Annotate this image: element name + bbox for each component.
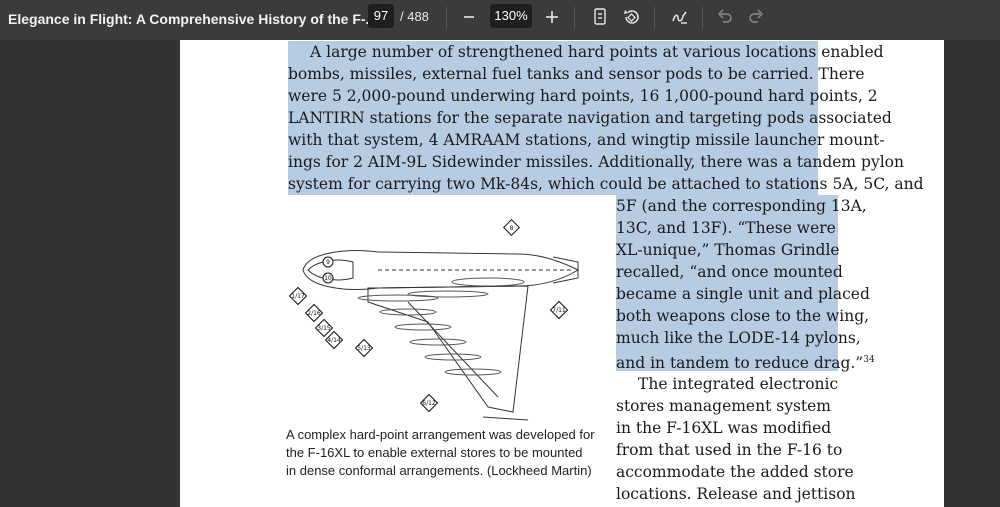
column-line-with-footnote: and in tandem to reduce drag.”34 bbox=[616, 349, 875, 372]
figure-caption-line: in dense conformal arrangements. (Lockhe… bbox=[286, 463, 592, 478]
figure-caption-line: the F-16XL to enable external stores to … bbox=[286, 445, 583, 460]
column-line: became a single unit and placed bbox=[616, 283, 870, 305]
body-line: were 5 2,000-pound underwing hard points… bbox=[288, 85, 878, 107]
pdf-page: A large number of strengthened hard poin… bbox=[180, 40, 944, 507]
column-line: 5F (and the corresponding 13A, bbox=[616, 195, 867, 217]
station-label: 3/15 bbox=[317, 325, 331, 332]
total-pages: / 488 bbox=[400, 9, 429, 24]
station-label: 6/12 bbox=[422, 400, 436, 407]
body-line: bombs, missiles, external fuel tanks and… bbox=[288, 63, 865, 85]
body-line: with that system, 4 AMRAAM stations, and… bbox=[288, 129, 885, 151]
column-line: stores management system bbox=[616, 397, 832, 415]
zoom-level-input[interactable]: 130% bbox=[490, 4, 532, 28]
station-label: 5/13 bbox=[357, 345, 371, 352]
toolbar-divider bbox=[654, 7, 655, 29]
undo-icon[interactable] bbox=[714, 6, 736, 28]
column-line: accommodate the added store bbox=[616, 463, 854, 481]
station-label: 4/14 bbox=[327, 337, 341, 344]
station-marker: 10 bbox=[322, 272, 334, 284]
column-line: much like the LODE-14 pylons, bbox=[616, 327, 861, 349]
document-title: Elegance in Flight: A Comprehensive Hist… bbox=[8, 11, 378, 27]
redo-icon[interactable] bbox=[745, 6, 767, 28]
station-marker: 1/17 bbox=[288, 286, 308, 306]
page-view-icon[interactable] bbox=[589, 6, 611, 28]
station-marker: 9 bbox=[322, 256, 334, 268]
body-line: A large number of strengthened hard poin… bbox=[288, 41, 884, 63]
column-line: recalled, “and once mounted bbox=[616, 261, 843, 283]
figure-caption-line: A complex hard-point arrangement was dev… bbox=[286, 427, 595, 442]
station-marker: 7/11 bbox=[549, 300, 569, 320]
rotate-icon[interactable] bbox=[620, 6, 642, 28]
pdf-toolbar: Elegance in Flight: A Comprehensive Hist… bbox=[0, 0, 1000, 40]
station-label: 8 bbox=[510, 225, 514, 232]
column-line: from that used in the F-16 to bbox=[616, 441, 843, 459]
column-line: in the F-16XL was modified bbox=[616, 419, 832, 437]
station-label: 9 bbox=[326, 259, 330, 266]
toolbar-divider bbox=[446, 7, 447, 29]
minus-icon[interactable] bbox=[458, 6, 480, 28]
draw-icon[interactable] bbox=[669, 6, 691, 28]
hardpoint-diagram: 8 1/17 2/16 3/15 4/14 5/13 6/12 7/11 9 1… bbox=[288, 219, 580, 421]
column-line: 13C, and 13F). “These were bbox=[616, 217, 838, 239]
station-marker: 5/13 bbox=[354, 338, 374, 358]
column-line-text: and in tandem to reduce drag.” bbox=[616, 354, 864, 373]
footnote-marker: 34 bbox=[863, 355, 875, 365]
station-marker: 6/12 bbox=[419, 393, 439, 413]
station-marker: 8 bbox=[503, 219, 520, 236]
station-label: 10 bbox=[324, 275, 332, 282]
toolbar-divider bbox=[702, 7, 703, 29]
body-line: system for carrying two Mk-84s, which co… bbox=[288, 173, 924, 195]
plus-icon[interactable] bbox=[541, 6, 563, 28]
station-label: 2/16 bbox=[307, 310, 321, 317]
body-line: LANTIRN stations for the separate naviga… bbox=[288, 107, 892, 129]
column-line: The integrated electronic bbox=[638, 375, 839, 393]
station-marker: 2/16 bbox=[304, 303, 324, 323]
toolbar-divider bbox=[574, 7, 575, 29]
body-line: ings for 2 AIM-9L Sidewinder missiles. A… bbox=[288, 151, 904, 173]
current-page-input[interactable]: 97 bbox=[368, 4, 394, 28]
station-marker: 4/14 bbox=[324, 330, 344, 350]
column-line: both weapons close to the wing, bbox=[616, 305, 870, 327]
station-label: 1/17 bbox=[291, 293, 305, 300]
station-marker: 3/15 bbox=[314, 318, 334, 338]
column-line: locations. Release and jettison bbox=[616, 485, 856, 503]
column-line: XL-unique,” Thomas Grindle bbox=[616, 239, 840, 261]
station-label: 7/11 bbox=[552, 307, 566, 314]
